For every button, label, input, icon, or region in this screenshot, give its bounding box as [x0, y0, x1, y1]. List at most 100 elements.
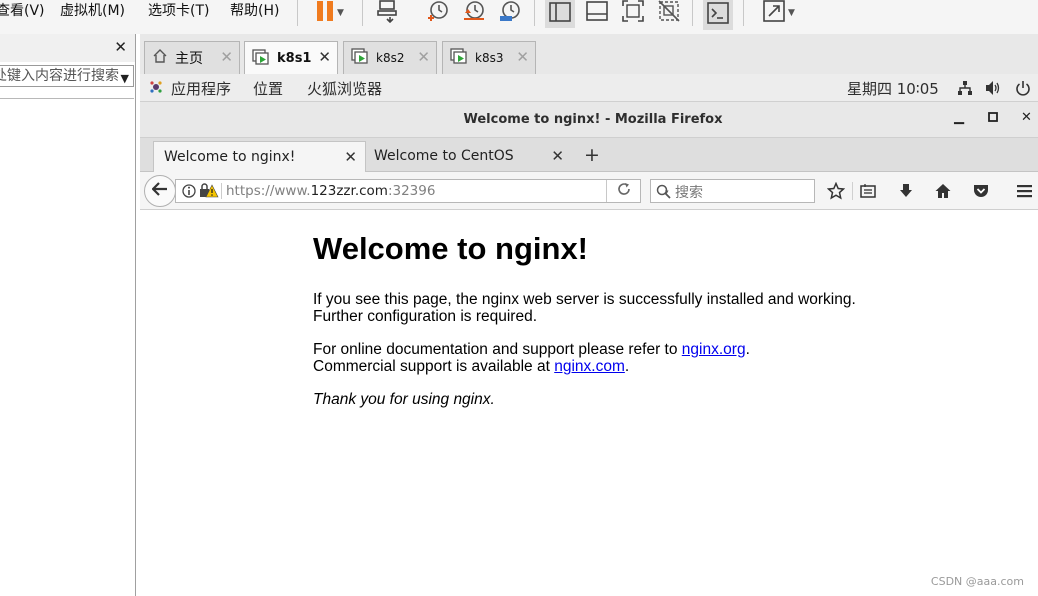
close-icon[interactable]: ✕ — [417, 48, 430, 66]
arrow-left-icon — [151, 182, 168, 200]
toolbar-separator — [743, 0, 744, 26]
stretch-guest-button[interactable]: ▼ — [756, 0, 802, 26]
tab-label: k8s1 — [277, 51, 312, 66]
gnome-foot-icon — [149, 80, 163, 98]
nginx-org-link[interactable]: nginx.org — [682, 341, 746, 358]
pause-icon — [316, 0, 334, 26]
close-icon[interactable]: ✕ — [318, 48, 331, 66]
show-library-button[interactable] — [545, 0, 575, 28]
gnome-firefox-menu[interactable]: 火狐浏览器 — [307, 78, 382, 99]
console-view-button[interactable] — [703, 0, 733, 30]
vmware-toolbar: 查看(V) 虚拟机(M) 选项卡(T) 帮助(H) ▼ ▼ — [0, 0, 1038, 34]
gnome-places-menu[interactable]: 位置 — [253, 78, 283, 99]
home-icon — [152, 48, 168, 68]
tab-title: Welcome to nginx! — [164, 149, 296, 165]
menu-tabs[interactable]: 选项卡(T) — [148, 1, 209, 23]
search-input[interactable]: ▾ 搜索 — [650, 179, 815, 203]
vm-tab-bar: 主页 ✕ k8s1 ✕ k8s2 ✕ k8s3 ✕ — [140, 34, 1038, 75]
vm-running-icon — [351, 47, 369, 69]
search-placeholder: 搜索 — [675, 185, 703, 201]
revert-snapshot-button[interactable] — [460, 0, 488, 26]
snapshot-button[interactable] — [424, 0, 452, 26]
gnome-clock[interactable]: 星期四 10∶05 — [847, 78, 939, 99]
menu-vm[interactable]: 虚拟机(M) — [60, 1, 125, 23]
paragraph-line: Commercial support is available at nginx… — [313, 358, 630, 375]
tab-k8s3[interactable]: k8s3 ✕ — [442, 41, 536, 74]
url-text[interactable]: https://www.123zzr.com:32396 — [226, 183, 435, 199]
snapshot-manager-button[interactable] — [496, 0, 524, 26]
home-icon[interactable] — [933, 181, 953, 201]
show-thumbnail-bar-button[interactable] — [584, 0, 610, 26]
url-divider — [221, 183, 222, 199]
send-ctrl-alt-del-button[interactable] — [374, 0, 402, 26]
firefox-titlebar: Welcome to nginx! - Mozilla Firefox ▁ ✕ — [140, 102, 1038, 138]
tab-welcome-centos[interactable]: Welcome to CentOS ✕ — [366, 141, 572, 172]
page-heading: Welcome to nginx! — [313, 231, 589, 266]
tab-welcome-nginx[interactable]: Welcome to nginx! ✕ — [153, 141, 366, 172]
unity-button[interactable] — [656, 0, 682, 26]
snapshot-clock-icon — [426, 0, 450, 27]
tab-label: 主页 — [175, 51, 203, 67]
toolbar-separator — [297, 0, 298, 26]
bookmark-star-icon[interactable] — [826, 181, 846, 201]
tab-k8s2[interactable]: k8s2 ✕ — [343, 41, 437, 74]
info-icon[interactable] — [182, 184, 196, 202]
toolbar-separator — [534, 0, 535, 26]
menu-help[interactable]: 帮助(H) — [230, 1, 279, 23]
maximize-icon[interactable] — [988, 111, 998, 126]
new-tab-plus-icon[interactable]: + — [584, 144, 600, 166]
suspend-button[interactable]: ▼ — [306, 0, 354, 26]
paragraph-line: If you see this page, the nginx web serv… — [313, 291, 856, 308]
guest-console[interactable]: 应用程序 位置 火狐浏览器 星期四 10∶05 Welcome to nginx… — [140, 74, 1038, 596]
gnome-applications-menu[interactable]: 应用程序 — [171, 78, 231, 99]
gnome-top-bar: 应用程序 位置 火狐浏览器 星期四 10∶05 — [140, 74, 1038, 102]
close-icon[interactable]: ✕ — [551, 141, 564, 171]
tab-label: k8s2 — [376, 51, 405, 65]
url-bar[interactable]: https://www.123zzr.com:32396 — [175, 179, 641, 203]
reload-icon — [617, 182, 631, 200]
chevron-down-icon: ▼ — [337, 8, 344, 18]
close-icon[interactable]: ✕ — [114, 38, 127, 56]
watermark: CSDN @aaa.com — [930, 575, 1024, 588]
vm-running-icon — [450, 47, 468, 69]
hamburger-menu-icon[interactable] — [1014, 181, 1034, 201]
toolbar-separator — [692, 0, 693, 26]
insecure-lock-icon[interactable] — [199, 183, 219, 202]
page-content: Welcome to nginx! If you see this page, … — [140, 211, 1038, 596]
tab-k8s1[interactable]: k8s1 ✕ — [244, 41, 338, 75]
close-icon[interactable]: ✕ — [344, 142, 357, 172]
minimize-icon[interactable]: ▁ — [954, 110, 964, 125]
close-icon[interactable]: ✕ — [1021, 110, 1032, 125]
full-screen-button[interactable] — [620, 0, 646, 26]
volume-icon[interactable] — [985, 80, 1001, 100]
menu-view[interactable]: 查看(V) — [0, 1, 45, 23]
chevron-down-icon[interactable]: ▼ — [121, 69, 129, 86]
toolbar-separator — [852, 182, 853, 200]
nginx-com-link[interactable]: nginx.com — [554, 358, 625, 375]
thank-you-text: Thank you for using nginx. — [313, 391, 495, 408]
network-icon[interactable] — [957, 80, 973, 100]
firefox-tab-strip: Welcome to nginx! ✕ Welcome to CentOS ✕ … — [140, 138, 1038, 172]
back-button[interactable] — [144, 175, 176, 207]
close-icon[interactable]: ✕ — [220, 48, 233, 66]
thumbnail-bar-icon — [586, 1, 608, 25]
terminal-icon — [707, 2, 729, 28]
pocket-icon[interactable] — [971, 181, 991, 201]
bookmarks-library-icon[interactable] — [858, 181, 878, 201]
reload-button[interactable] — [606, 180, 640, 202]
library-header: ✕ — [0, 34, 135, 62]
close-icon[interactable]: ✕ — [516, 48, 529, 66]
window-title: Welcome to nginx! - Mozilla Firefox — [463, 112, 723, 127]
tab-home[interactable]: 主页 ✕ — [144, 41, 240, 74]
paragraph-line: For online documentation and support ple… — [313, 341, 750, 358]
toolbar-separator — [362, 0, 363, 26]
library-search-placeholder: 在此处键入内容进行搜索 — [0, 68, 119, 84]
network-send-icon — [376, 0, 400, 27]
stretch-icon — [763, 0, 785, 26]
power-icon[interactable] — [1015, 80, 1031, 100]
snapshot-manager-icon — [498, 0, 522, 27]
download-icon[interactable] — [896, 181, 916, 201]
library-search-input[interactable]: 在此处键入内容进行搜索 ▼ — [0, 65, 134, 87]
paragraph-line: Further configuration is required. — [313, 308, 538, 325]
library-panel: ✕ 在此处键入内容进行搜索 ▼ — [0, 34, 136, 596]
